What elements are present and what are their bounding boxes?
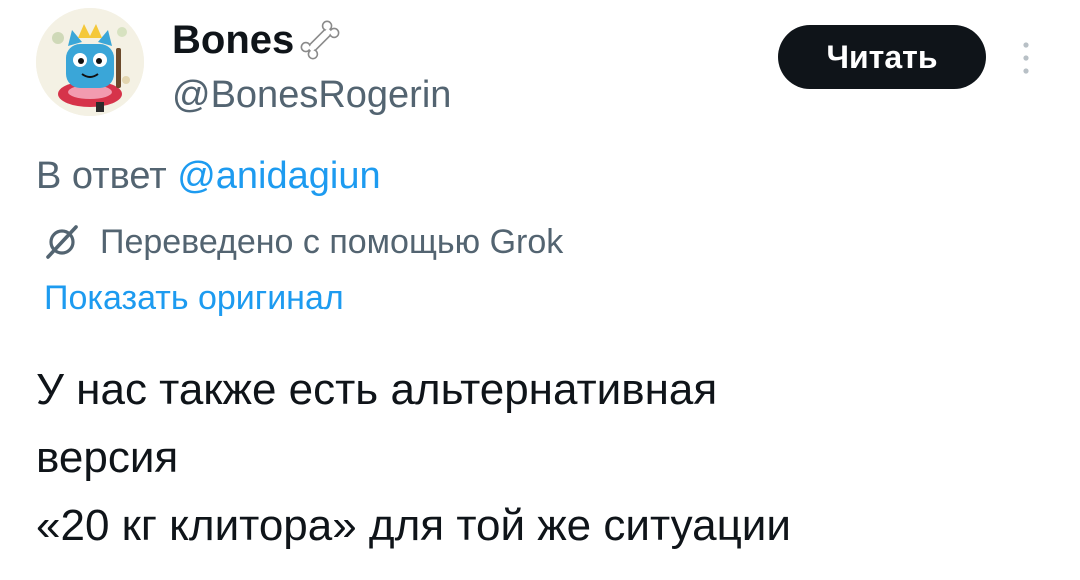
author-handle[interactable]: @BonesRogerin (172, 70, 451, 120)
author-display-name[interactable]: Bones (172, 14, 344, 66)
tweet-line: версия (36, 433, 179, 482)
follow-button[interactable]: Читать (778, 25, 986, 89)
reply-context: В ответ @anidagiun (36, 152, 381, 200)
reply-prefix: В ответ (36, 155, 178, 197)
grok-icon (46, 225, 78, 259)
translation-label: Переведено с помощью Grok (100, 223, 564, 261)
translation-notice: Переведено с помощью Grok (42, 220, 563, 264)
cartoon-cat-avatar (36, 8, 144, 116)
show-original-link[interactable]: Показать оригинал (44, 276, 344, 320)
author-avatar[interactable] (36, 8, 144, 116)
vertical-ellipsis-icon[interactable] (1016, 38, 1036, 78)
tweet-line: «20 кг клитора» для той же ситуации (36, 501, 791, 550)
bone-icon (300, 20, 340, 60)
tweet-text: У нас также есть альтернативная версия «… (36, 356, 1056, 560)
tweet-line: У нас также есть альтернативная (36, 365, 718, 414)
display-name-text: Bones (172, 18, 295, 62)
reply-mention-link[interactable]: @anidagiun (177, 155, 380, 197)
